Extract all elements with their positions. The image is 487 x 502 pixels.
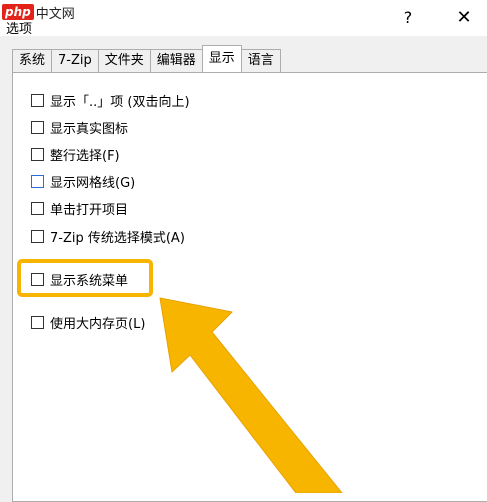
tab-display[interactable]: 显示 bbox=[201, 45, 242, 72]
pointer-arrow-icon bbox=[159, 297, 343, 493]
